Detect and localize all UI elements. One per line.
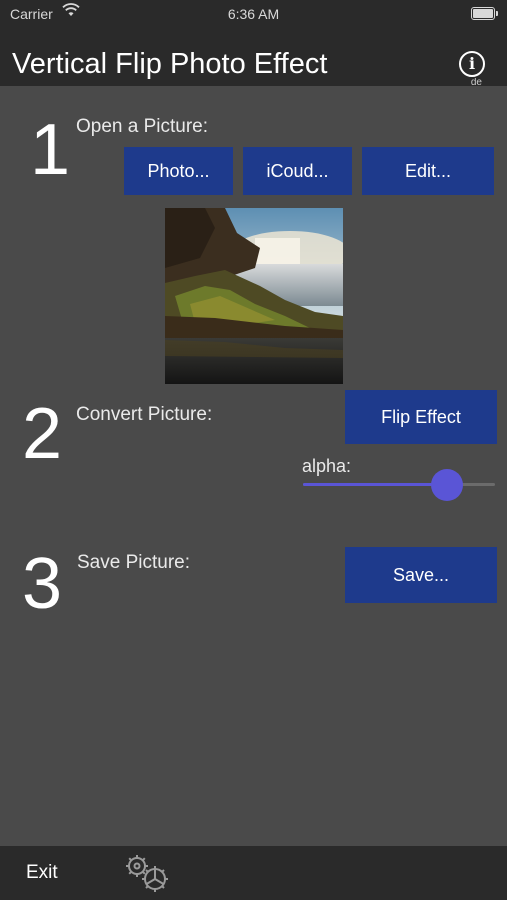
gears-icon[interactable] [122,852,174,894]
save-button[interactable]: Save... [345,547,497,603]
photo-button[interactable]: Photo... [124,147,233,195]
status-bar: Carrier 6:36 AM [0,0,507,28]
battery-icon [471,7,498,20]
info-icon[interactable]: i [459,51,485,77]
flip-effect-button[interactable]: Flip Effect [345,390,497,444]
step-1-number: 1 [30,110,71,190]
status-time: 6:36 AM [227,6,280,22]
step-3-label: Save Picture: [77,552,190,573]
slider-fill [303,483,447,486]
slider-thumb[interactable] [431,469,463,501]
info-label: de [470,78,482,86]
alpha-slider[interactable] [303,469,495,501]
preview-image [165,208,343,384]
edit-button[interactable]: Edit... [362,147,494,195]
icloud-button[interactable]: iCoud... [243,147,352,195]
step-2-label: Convert Picture: [76,404,213,425]
step-3-number: 3 [22,544,63,624]
page-title: Vertical Flip Photo Effect [12,48,328,80]
exit-button[interactable]: Exit [26,862,58,884]
step-2-number: 2 [22,394,63,474]
step-1-label: Open a Picture: [76,116,209,137]
nav-bar: Vertical Flip Photo Effect i de [0,28,507,86]
bottom-toolbar: Exit [0,846,507,900]
